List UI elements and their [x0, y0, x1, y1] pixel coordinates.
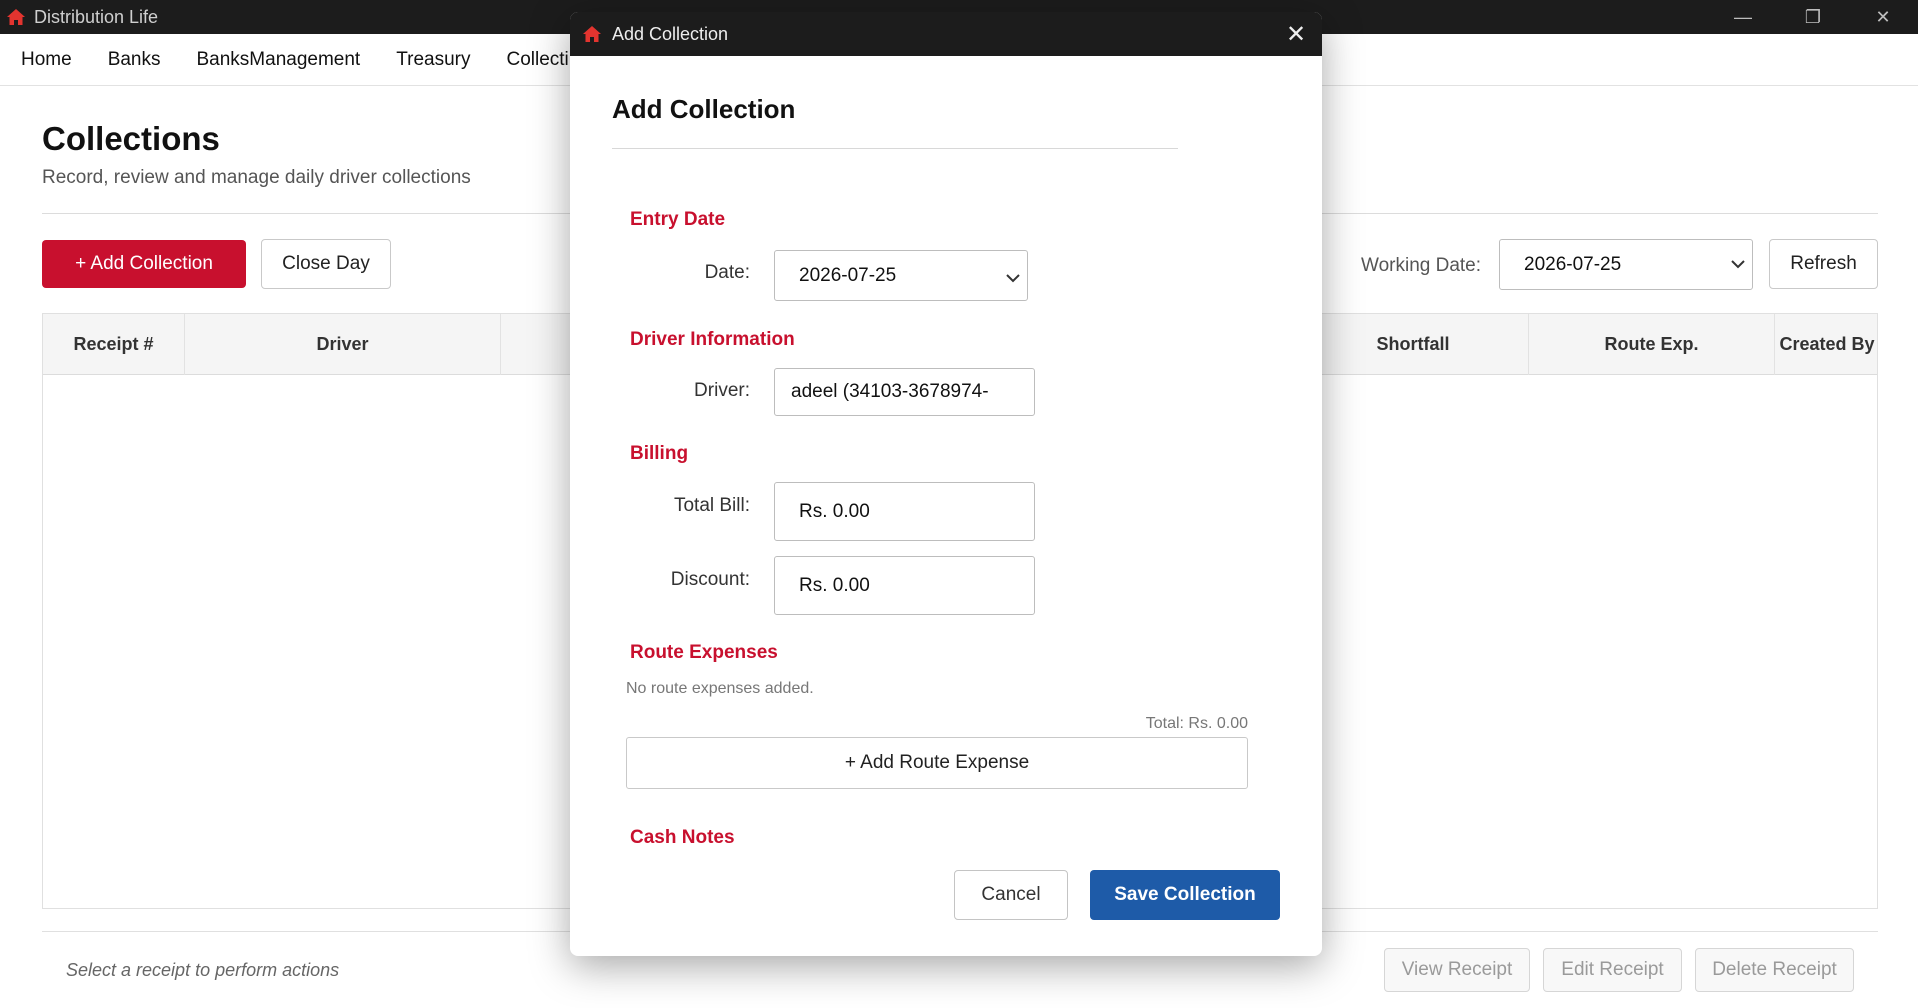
date-label: Date: [704, 262, 750, 283]
cancel-button[interactable]: Cancel [954, 870, 1068, 920]
section-driver-information: Driver Information [630, 329, 795, 350]
total-bill-field[interactable]: Rs. 0.00 [774, 482, 1035, 541]
total-bill-label: Total Bill: [673, 495, 750, 516]
close-day-button[interactable]: Close Day [261, 239, 391, 289]
menu-item-banks[interactable]: Banks [108, 49, 161, 71]
refresh-button[interactable]: Refresh [1769, 239, 1878, 289]
home-icon [6, 7, 26, 27]
menu-item-home[interactable]: Home [21, 49, 72, 71]
working-date-label: Working Date: [1361, 255, 1482, 276]
discount-field[interactable]: Rs. 0.00 [774, 556, 1035, 615]
add-collection-button[interactable]: + Add Collection [42, 240, 246, 288]
section-route-expenses: Route Expenses [630, 642, 778, 663]
route-expenses-empty: No route expenses added. [626, 680, 814, 697]
menu-item-treasury[interactable]: Treasury [396, 49, 470, 71]
page-subtitle: Record, review and manage daily driver c… [42, 167, 471, 188]
dialog-window-title: Add Collection [612, 23, 729, 44]
menu-item-collections[interactable]: Collecti [506, 49, 568, 71]
section-entry-date: Entry Date [630, 209, 726, 230]
add-collection-dialog: Add Collection ✕ Add Collection Entry Da… [570, 12, 1322, 956]
dialog-divider [612, 148, 1178, 149]
entry-date-value: 2026-07-25 [799, 264, 897, 286]
close-icon[interactable]: ✕ [1280, 18, 1312, 50]
driver-field[interactable]: adeel (34103-3678974- [774, 368, 1035, 416]
discount-value: Rs. 0.00 [799, 574, 870, 596]
working-date-select[interactable]: 2026-07-25 [1499, 239, 1753, 290]
save-collection-button[interactable]: Save Collection [1090, 870, 1280, 920]
footer-hint: Select a receipt to perform actions [66, 960, 340, 980]
edit-receipt-button[interactable]: Edit Receipt [1543, 948, 1682, 992]
window-controls: — ❐ ✕ [1708, 0, 1918, 34]
add-route-expense-button[interactable]: + Add Route Expense [626, 737, 1248, 789]
total-bill-value: Rs. 0.00 [799, 500, 870, 522]
dialog-titlebar: Add Collection [570, 12, 1322, 56]
close-window-button[interactable]: ✕ [1848, 0, 1918, 34]
entry-date-picker[interactable]: 2026-07-25 [774, 250, 1028, 301]
chevron-down-icon [1728, 246, 1748, 282]
column-receipt[interactable]: Receipt # [43, 314, 185, 375]
section-billing: Billing [630, 443, 689, 464]
discount-label: Discount: [670, 569, 750, 590]
column-shortfall[interactable]: Shortfall [1297, 314, 1529, 375]
window-title: Distribution Life [34, 6, 159, 27]
maximize-button[interactable]: ❐ [1778, 0, 1848, 34]
chevron-down-icon [1005, 267, 1021, 289]
driver-label: Driver: [694, 380, 750, 401]
menu-item-banks-management[interactable]: BanksManagement [197, 49, 361, 71]
view-receipt-button[interactable]: View Receipt [1384, 948, 1530, 992]
delete-receipt-button[interactable]: Delete Receipt [1695, 948, 1854, 992]
column-driver[interactable]: Driver [185, 314, 501, 375]
home-icon [582, 24, 602, 44]
column-route-exp[interactable]: Route Exp. [1529, 314, 1775, 375]
working-date-value: 2026-07-25 [1524, 253, 1622, 275]
driver-value: adeel (34103-3678974- [791, 381, 989, 402]
route-expenses-total: Total: Rs. 0.00 [1145, 715, 1248, 732]
minimize-button[interactable]: — [1708, 0, 1778, 34]
section-cash-notes: Cash Notes [630, 827, 735, 848]
column-created-by[interactable]: Created By [1775, 314, 1879, 375]
dialog-heading: Add Collection [612, 94, 796, 124]
page-title: Collections [42, 120, 220, 157]
